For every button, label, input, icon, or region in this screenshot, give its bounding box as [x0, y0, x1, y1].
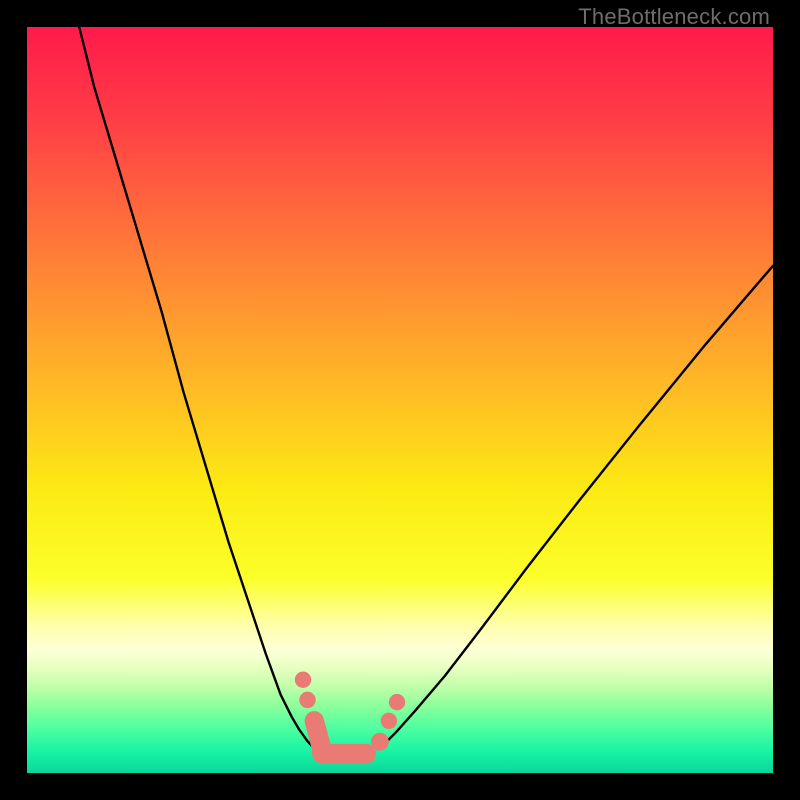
plot-area [27, 27, 773, 773]
valley-marker-circle-5 [381, 713, 397, 729]
valley-marker-circle-4 [371, 733, 389, 751]
chart-svg [27, 27, 773, 773]
valley-marker-circle-6 [389, 694, 405, 710]
watermark-text: TheBottleneck.com [578, 4, 770, 30]
valley-marker-circle-1 [295, 672, 311, 688]
outer-black-frame: TheBottleneck.com [0, 0, 800, 800]
valley-marker-circle-0 [299, 692, 315, 708]
